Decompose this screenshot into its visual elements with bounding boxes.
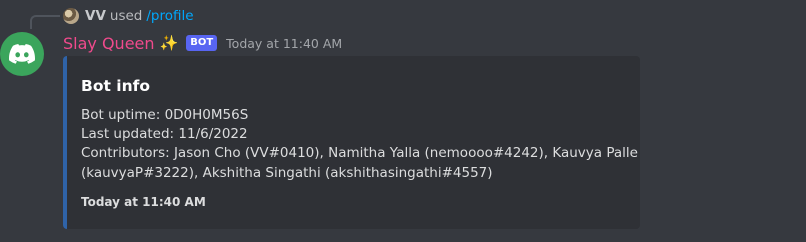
- embed-description: Bot uptime: 0D0H0M56S Last updated: 11/6…: [81, 106, 638, 183]
- bot-username[interactable]: Slay Queen: [63, 34, 155, 53]
- reply-used-text: used: [109, 8, 143, 24]
- message-timestamp[interactable]: Today at 11:40 AM: [226, 36, 342, 51]
- bot-avatar[interactable]: [0, 32, 44, 76]
- bot-uptime-line: Bot uptime: 0D0H0M56S: [81, 107, 249, 123]
- reply-context[interactable]: VV used /profile: [63, 6, 194, 26]
- message-header: Slay Queen ✨ BOT Today at 11:40 AM: [63, 32, 342, 54]
- last-updated-line: Last updated: 11/6/2022: [81, 126, 248, 143]
- bot-badge: BOT: [186, 35, 218, 51]
- embed-title: Bot info: [81, 77, 151, 95]
- contributors-line-1: Contributors: Jason Cho (VV#0410), Namit…: [81, 145, 638, 162]
- reply-avatar[interactable]: [63, 8, 79, 24]
- contributors-line-2: (kauvyaP#3222), Akshitha Singathi (akshi…: [81, 164, 493, 181]
- slash-command-link[interactable]: /profile: [146, 8, 193, 24]
- bot-info-embed: Bot info Bot uptime: 0D0H0M56S Last upda…: [63, 56, 640, 229]
- reply-username[interactable]: VV: [85, 8, 106, 24]
- sparkles-emoji: ✨: [159, 34, 179, 52]
- embed-footer-timestamp: Today at 11:40 AM: [81, 194, 206, 209]
- reply-connector: [30, 15, 60, 29]
- discord-logo-icon: [9, 44, 35, 64]
